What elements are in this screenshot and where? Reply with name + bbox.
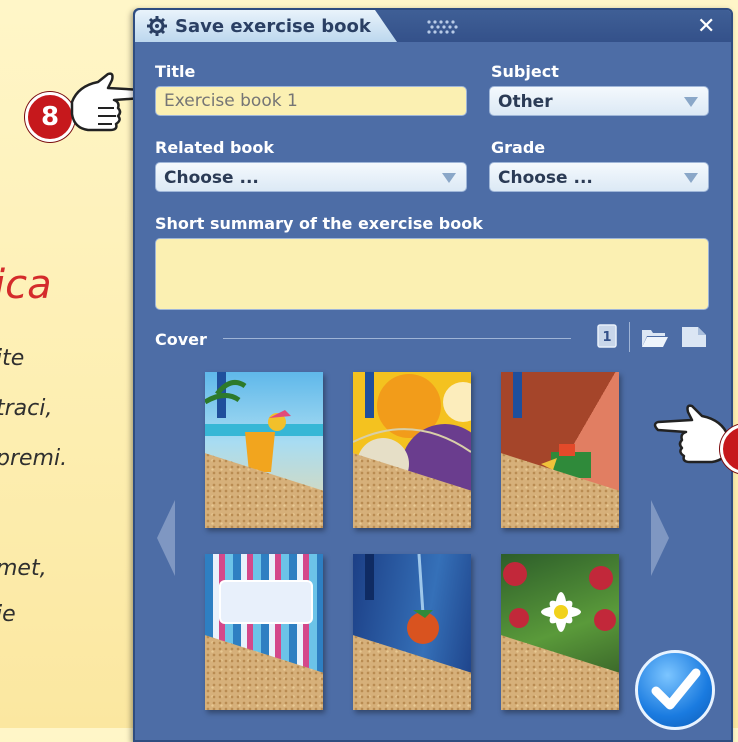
- next-covers-button[interactable]: [651, 500, 669, 576]
- related-book-value: Choose ...: [164, 168, 259, 188]
- cover-thumbnail-daisy-raspberries[interactable]: [501, 554, 619, 710]
- related-book-select[interactable]: Choose ...: [155, 162, 467, 192]
- chevron-down-icon: [684, 173, 698, 183]
- previous-covers-button[interactable]: [157, 500, 175, 576]
- page-number-icon[interactable]: 1: [597, 324, 617, 348]
- background-text-line: traci,: [0, 396, 53, 421]
- grade-value: Choose ...: [498, 168, 593, 188]
- cover-thumbnail-blue-strawberry[interactable]: [353, 554, 471, 710]
- related-book-label: Related book: [155, 138, 275, 157]
- title-input[interactable]: [155, 86, 467, 116]
- subject-label: Subject: [491, 62, 559, 81]
- new-page-icon[interactable]: [681, 326, 707, 348]
- gear-icon: [147, 16, 167, 36]
- toolbar-separator: [629, 322, 630, 352]
- save-exercise-book-dialog: Save exercise book ✕ Title Subject Other…: [133, 8, 733, 742]
- cover-thumbnail-brown-parrot[interactable]: [501, 372, 619, 528]
- checkmark-icon: [651, 668, 701, 710]
- drag-grip-icon[interactable]: [427, 20, 459, 34]
- subject-value: Other: [498, 92, 553, 112]
- close-icon[interactable]: ✕: [697, 14, 715, 39]
- summary-label: Short summary of the exercise book: [155, 214, 483, 233]
- page-number: 1: [602, 330, 611, 345]
- cover-thumbnail-beach-cocktail[interactable]: [205, 372, 323, 528]
- background-text-line: met,: [0, 556, 47, 581]
- open-folder-icon[interactable]: [641, 326, 669, 348]
- chevron-down-icon: [442, 173, 456, 183]
- cover-thumbnail-colorful-stripes[interactable]: [205, 554, 323, 710]
- summary-textarea[interactable]: [155, 238, 709, 310]
- title-label: Title: [155, 62, 196, 81]
- dialog-titlebar[interactable]: Save exercise book ✕: [135, 10, 731, 42]
- grade-label: Grade: [491, 138, 546, 157]
- background-text-line: ite: [0, 346, 25, 371]
- cover-divider: [223, 338, 571, 339]
- grade-select[interactable]: Choose ...: [489, 162, 709, 192]
- background-text-line: premi.: [0, 446, 68, 471]
- pointing-hand-icon: [653, 404, 730, 464]
- cork-band: [205, 635, 323, 710]
- background-heading: ica: [0, 262, 52, 308]
- subject-select[interactable]: Other: [489, 86, 709, 116]
- background-text-line: je: [0, 602, 16, 627]
- chevron-down-icon: [684, 97, 698, 107]
- cover-thumbnail-yellow-abstract[interactable]: [353, 372, 471, 528]
- stripes-label-box: [219, 580, 313, 624]
- dialog-title: Save exercise book: [175, 16, 371, 37]
- cover-label: Cover: [155, 330, 207, 349]
- confirm-button[interactable]: [635, 650, 715, 730]
